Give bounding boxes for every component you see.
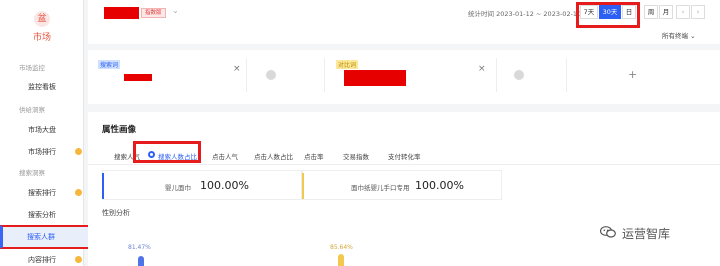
gender-bar-1 <box>138 256 144 266</box>
terminal-select-label: 所有终端 <box>662 32 688 40</box>
gender-value-2: 85.64% <box>330 244 353 251</box>
chevron-down-icon[interactable]: ⌄ <box>172 6 179 15</box>
next-period-icon[interactable]: › <box>691 5 705 19</box>
new-badge-icon <box>75 256 82 263</box>
section-title-supply: 供给洞察 <box>19 106 45 114</box>
close-icon[interactable]: × <box>478 64 486 74</box>
metric-value: 100.00% <box>200 179 249 192</box>
range-month-button[interactable]: 月 <box>659 5 673 19</box>
metric-label: 婴儿面巾 <box>165 184 191 192</box>
tab-highlight <box>133 141 201 163</box>
gender-bar-2 <box>338 254 344 266</box>
version-badge: 指数版 <box>141 8 166 18</box>
watermark-text: 运营智库 <box>622 227 671 241</box>
range-week-button[interactable]: 周 <box>644 5 658 19</box>
sidebar-item-monitor-board[interactable]: 监控看板 <box>28 82 56 92</box>
empty-slot-dot <box>266 70 276 80</box>
tab-click-crowd-share[interactable]: 点击人数占比 <box>254 151 293 161</box>
divider <box>496 58 497 92</box>
redacted-keyword-1 <box>124 74 152 81</box>
wechat-icon <box>599 226 616 238</box>
tab-trade-index[interactable]: 交易指数 <box>343 151 369 161</box>
tab-click-rate[interactable]: 点击率 <box>304 151 324 161</box>
new-badge-icon <box>75 148 82 155</box>
tab-click-popularity[interactable]: 点击人气 <box>212 151 238 161</box>
market-icon: 盆 <box>34 11 50 27</box>
stat-time: 统计时间 2023-01-12 ~ 2023-02-10 <box>468 10 582 18</box>
logo-label: 市场 <box>32 33 51 43</box>
divider <box>324 58 325 92</box>
redacted-keyword-2 <box>344 70 406 86</box>
section-title-monitor: 市场监控 <box>19 64 45 72</box>
sidebar-item-market-overview[interactable]: 市场大盘 <box>28 125 56 135</box>
keyword-compare-card: 搜索词 × 对比词 × + <box>88 50 720 104</box>
gender-analysis-title: 性别分析 <box>102 209 130 217</box>
sidebar-item-label: 搜索人群 <box>27 233 55 241</box>
empty-slot-dot <box>514 70 524 80</box>
keyword-tag-1: 搜索词 <box>98 60 121 69</box>
tab-pay-conversion[interactable]: 支付转化率 <box>388 151 421 161</box>
new-badge-icon <box>75 189 82 196</box>
add-keyword-icon[interactable]: + <box>628 68 637 81</box>
keyword-tag-2: 对比词 <box>336 60 359 69</box>
keyword-slot-1[interactable]: 搜索词 × <box>92 54 242 96</box>
attribute-portrait-panel: 属性画像 搜索人气 搜索人数占比 点击人气 点击人数占比 点击率 交易指数 支付… <box>88 112 720 266</box>
series-color-bar <box>102 173 104 199</box>
series-color-bar <box>302 173 304 199</box>
metric-card-2: 面巾纸婴儿手口专用 100.00% <box>302 170 502 200</box>
sidebar-item-market-ranking[interactable]: 市场排行 <box>28 147 56 157</box>
sidebar-item-content-ranking[interactable]: 内容排行 <box>28 255 56 265</box>
divider <box>246 58 247 92</box>
divider <box>566 58 567 92</box>
section-title-search: 搜索洞察 <box>19 169 45 177</box>
prev-period-icon[interactable]: ‹ <box>676 5 690 19</box>
metric-label: 面巾纸婴儿手口专用 <box>351 184 410 192</box>
close-icon[interactable]: × <box>233 64 241 74</box>
sidebar-item-search-ranking[interactable]: 搜索排行 <box>28 188 56 198</box>
market-logo[interactable]: 盆 市场 <box>0 0 84 56</box>
sidebar-item-search-analysis[interactable]: 搜索分析 <box>28 210 56 220</box>
panel-title: 属性画像 <box>102 125 137 135</box>
keyword-slot-2[interactable]: 对比词 × <box>330 54 490 96</box>
redacted-shop-name <box>104 7 139 19</box>
metric-value: 100.00% <box>415 179 464 192</box>
gender-value-1: 81.47% <box>128 244 151 251</box>
range-highlight <box>576 2 640 28</box>
metric-card-1: 婴儿面巾 100.00% <box>102 170 302 200</box>
header-bar: 指数版 ⌄ 统计时间 2023-01-12 ~ 2023-02-10 7天 30… <box>88 0 720 44</box>
terminal-select[interactable]: 所有终端 ⌄ <box>662 30 696 40</box>
sidebar-item-search-crowd[interactable]: 搜索人群 <box>0 225 96 249</box>
